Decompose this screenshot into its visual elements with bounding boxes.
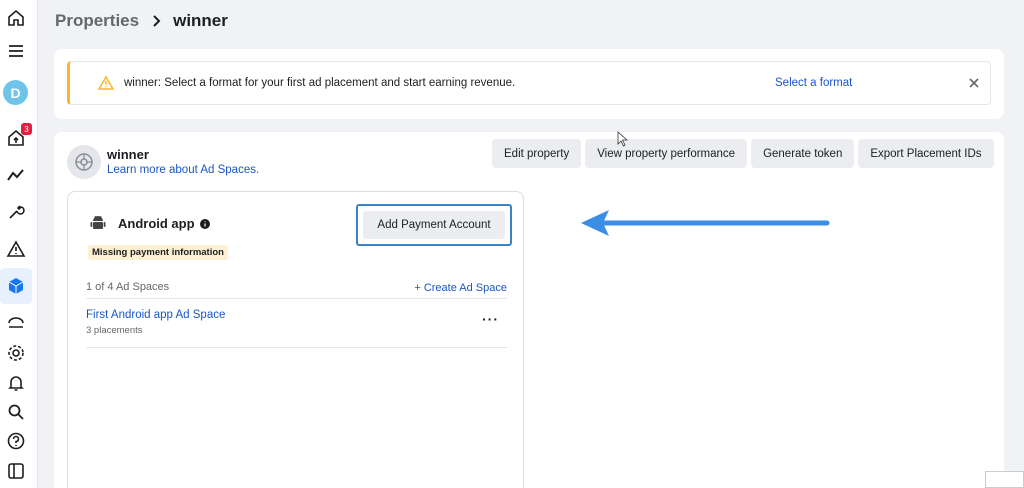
annotation-arrow-icon xyxy=(581,210,830,236)
notice-message: winner: Select a format for your first a… xyxy=(124,77,516,89)
chevron-right-icon xyxy=(153,15,161,27)
breadcrumb: Properties winner xyxy=(55,11,228,31)
android-app-card: Android app Missing payment information … xyxy=(67,191,524,488)
mouse-cursor-icon xyxy=(617,131,629,147)
notice-banner: winner: Select a format for your first a… xyxy=(67,61,991,105)
more-options-icon[interactable]: ··· xyxy=(482,311,499,327)
edit-property-button[interactable]: Edit property xyxy=(492,139,582,168)
divider xyxy=(86,347,507,348)
sidebar: D 3 xyxy=(0,0,38,488)
broken-image-icon xyxy=(985,471,1024,488)
generate-token-button[interactable]: Generate token xyxy=(751,139,855,168)
avatar[interactable]: D xyxy=(3,80,28,105)
status-badge: Missing payment information xyxy=(88,245,228,260)
android-icon xyxy=(90,215,106,229)
bank-icon[interactable] xyxy=(4,311,28,335)
divider xyxy=(86,298,507,299)
property-name: winner xyxy=(107,147,149,162)
export-placement-ids-button[interactable]: Export Placement IDs xyxy=(858,139,994,168)
add-payment-account-button[interactable]: Add Payment Account xyxy=(363,211,505,239)
select-format-link[interactable]: Select a format xyxy=(775,77,852,89)
bell-icon[interactable] xyxy=(4,371,28,395)
app-title: Android app xyxy=(118,216,210,231)
notification-badge: 3 xyxy=(21,123,32,135)
breadcrumb-properties[interactable]: Properties xyxy=(55,11,139,31)
ad-space-count: 1 of 4 Ad Spaces xyxy=(86,281,170,293)
warning-icon xyxy=(98,75,114,90)
info-icon[interactable] xyxy=(199,218,210,229)
close-icon[interactable] xyxy=(968,77,980,89)
help-icon[interactable] xyxy=(4,429,28,453)
home-icon[interactable] xyxy=(4,6,28,30)
search-icon[interactable] xyxy=(4,400,28,424)
property-card: winner Learn more about Ad Spaces. Edit … xyxy=(54,132,1004,488)
learn-more-link[interactable]: Learn more about Ad Spaces. xyxy=(107,164,259,176)
property-logo-icon xyxy=(67,145,101,179)
payment-button-highlight: Add Payment Account xyxy=(356,204,512,246)
warning-icon[interactable] xyxy=(4,237,28,261)
ad-space-name-link[interactable]: First Android app Ad Space xyxy=(86,309,225,321)
view-performance-button[interactable]: View property performance xyxy=(585,139,748,168)
menu-icon[interactable] xyxy=(4,39,28,63)
ad-space-placements: 3 placements xyxy=(86,325,143,336)
breadcrumb-current: winner xyxy=(173,11,228,30)
property-actions: Edit property View property performance … xyxy=(492,139,994,168)
create-ad-space-link[interactable]: + Create Ad Space xyxy=(414,282,507,294)
gear-icon[interactable] xyxy=(4,341,28,365)
trend-icon[interactable] xyxy=(4,163,28,187)
cube-icon[interactable] xyxy=(4,274,28,298)
notice-card: winner: Select a format for your first a… xyxy=(54,49,1004,119)
app-title-text: Android app xyxy=(118,216,195,231)
wrench-icon[interactable] xyxy=(4,200,28,224)
panel-icon[interactable] xyxy=(4,459,28,483)
